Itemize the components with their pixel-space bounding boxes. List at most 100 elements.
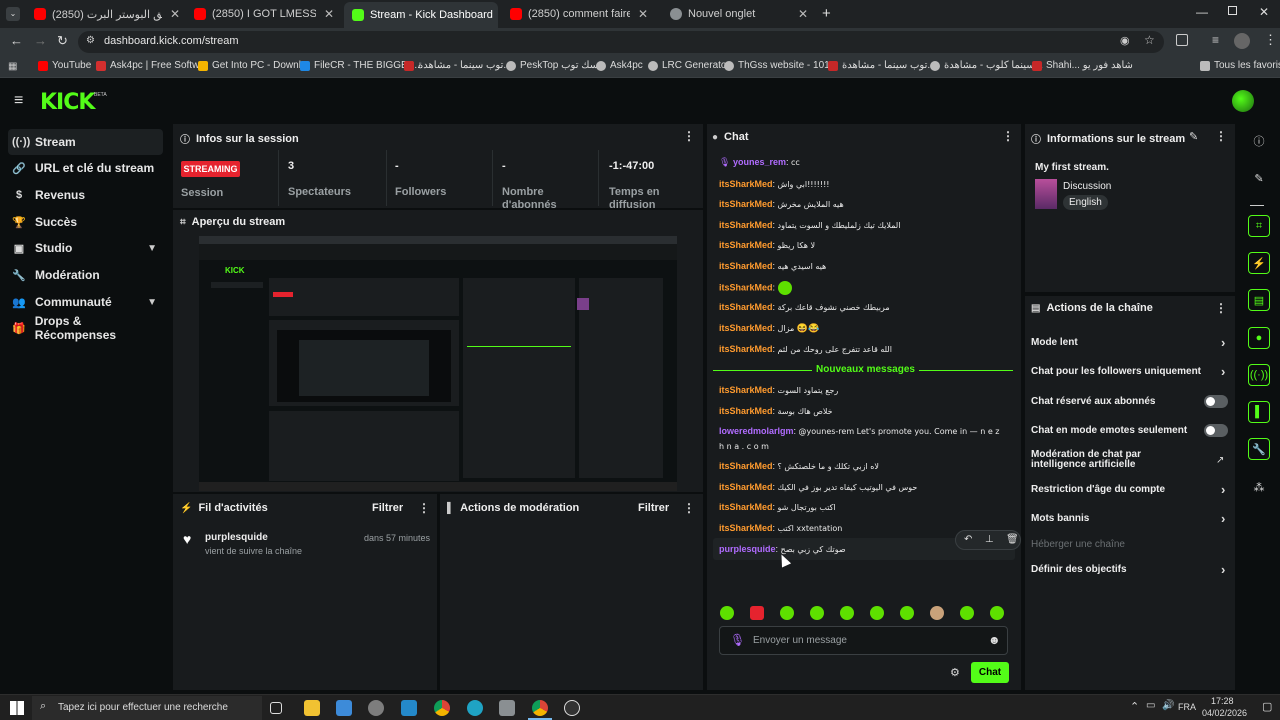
taskbar-search[interactable]: ⌕ Tapez ici pour effectuer une recherche [32, 696, 262, 720]
close-tab-icon[interactable]: ✕ [790, 7, 808, 21]
hamburger-icon[interactable]: ≡ [14, 92, 23, 110]
session-rail-icon[interactable]: ((·)) [1248, 364, 1270, 386]
file-explorer-icon[interactable] [304, 700, 320, 716]
stream-preview-video[interactable]: KICK [199, 236, 677, 491]
preview-rail-icon[interactable]: ⌗ [1248, 215, 1270, 237]
tab-search-icon[interactable]: ⌄ [6, 7, 20, 21]
bookmark-ask4pc[interactable]: Ask4pc [596, 60, 643, 71]
bookmark-getintopc[interactable]: Get Into PC - Downl... [198, 60, 309, 71]
activity-user[interactable]: purplesquide [205, 532, 268, 543]
bookmark-ask4pc-free[interactable]: Ask4pc | Free Softw... [96, 60, 207, 71]
emote-icon[interactable] [900, 606, 914, 620]
pin-icon[interactable]: ⊥ [985, 534, 994, 545]
session-menu-icon[interactable]: ⋮ [683, 129, 695, 143]
back-icon[interactable]: ← [10, 33, 23, 48]
bookmark-pesktop[interactable]: PeskTop بيسك توب [506, 60, 604, 71]
activity-rail-icon[interactable]: ⚡ [1248, 252, 1270, 274]
bookmark-lrc[interactable]: LRC Generator [648, 60, 730, 71]
category-name[interactable]: Discussion [1063, 181, 1111, 192]
bookmark-topcinema-2[interactable]: توب سينما - مشاهدة... [828, 60, 936, 71]
action-age-restriction[interactable]: Restriction d'âge du compte › [1031, 482, 1225, 497]
external-link-icon[interactable]: ↗ [1216, 455, 1224, 466]
user-avatar[interactable] [1232, 90, 1254, 112]
chat-rail-icon[interactable]: ● [1248, 327, 1270, 349]
bookmark-shahid[interactable]: Shahi... شاهد فور يو [1032, 60, 1133, 71]
close-tab-icon[interactable]: ✕ [493, 8, 498, 22]
chat-menu-icon[interactable]: ⋮ [1002, 129, 1014, 143]
wrench-rail-icon[interactable]: 🔧 [1248, 438, 1270, 460]
tab-2[interactable]: (2850) I GOT LMESSI 103 RATED✕ [186, 4, 342, 24]
actions-rail-icon[interactable]: ▤ [1248, 289, 1270, 311]
app-icon[interactable] [368, 700, 384, 716]
tab-active[interactable]: Stream - Kick Dashboard✕ [344, 2, 498, 28]
forward-icon[interactable]: → [34, 33, 47, 48]
sidebar-item-community[interactable]: 👥 Communauté ▼ [8, 289, 163, 315]
emote-icon[interactable] [750, 606, 764, 620]
channel-actions-menu-icon[interactable]: ⋮ [1215, 301, 1227, 315]
maximize-icon[interactable] [1228, 6, 1237, 15]
sidebar-item-moderation[interactable]: 🔧 Modération [8, 262, 163, 288]
close-tab-icon[interactable]: ✕ [630, 7, 648, 21]
tab-5[interactable]: Nouvel onglet ✕ [662, 4, 816, 24]
close-tab-icon[interactable]: ✕ [316, 7, 334, 21]
stream-info-menu-icon[interactable]: ⋮ [1215, 129, 1227, 143]
action-set-goals[interactable]: Définir des objectifs › [1031, 562, 1225, 577]
activity-filter-button[interactable]: Filtrer [372, 502, 403, 514]
new-tab-icon[interactable]: + [822, 5, 831, 22]
sidebar-item-achievements[interactable]: 🏆 Succès [8, 209, 163, 235]
moderation-filter-button[interactable]: Filtrer [638, 502, 669, 514]
chat-settings-icon[interactable]: ⚙ [950, 666, 960, 679]
emote-icon[interactable] [930, 606, 944, 620]
emote-icon[interactable] [720, 606, 734, 620]
emote-only-toggle[interactable] [1204, 424, 1228, 437]
subscribers-only-toggle[interactable] [1204, 395, 1228, 408]
moderation-menu-icon[interactable]: ⋮ [683, 501, 695, 515]
tab-1[interactable]: (2850) طورت فريق البوستر البرت✕ [26, 4, 188, 24]
input-language[interactable]: FRA [1178, 702, 1196, 712]
chrome-active-icon[interactable] [532, 700, 548, 716]
action-banned-words[interactable]: Mots bannis › [1031, 511, 1225, 526]
edit-rail-icon[interactable]: ✎ [1248, 167, 1270, 189]
action-slow-mode[interactable]: Mode lent › [1031, 335, 1225, 350]
tab-4[interactable]: (2850) comment faire pause live✕ [502, 4, 656, 24]
kick-logo[interactable]: KICK [40, 90, 95, 115]
vscode-icon[interactable] [401, 700, 417, 716]
info-rail-icon[interactable]: ⓘ [1248, 130, 1270, 152]
clock-time[interactable]: 17:28 [1211, 696, 1234, 706]
reload-icon[interactable]: ↻ [57, 33, 68, 49]
bookmark-topcinema-1[interactable]: توب سينما - مشاهدة... [404, 60, 512, 71]
url-field[interactable]: ⚙ dashboard.kick.com/stream ◉ ☆ [78, 31, 1164, 53]
reply-icon[interactable]: ↶ [964, 534, 972, 545]
edge-icon[interactable] [467, 700, 483, 716]
app-icon[interactable] [499, 700, 515, 716]
profile-avatar[interactable] [1234, 33, 1250, 49]
bookmark-thgss[interactable]: ThGss website - 101... [724, 60, 838, 71]
all-favorites[interactable]: Tous les favoris [1200, 60, 1280, 71]
emote-icon[interactable] [780, 606, 794, 620]
bookmark-youtube[interactable]: YouTube [38, 60, 91, 71]
emoji-picker-icon[interactable]: ☻ [988, 633, 1001, 647]
monitor-icon[interactable] [336, 700, 352, 716]
close-tab-icon[interactable]: ✕ [162, 7, 180, 21]
chat-send-button[interactable]: Chat [971, 662, 1009, 683]
emote-icon[interactable] [990, 606, 1004, 620]
chat-input[interactable]: 🎙 Envoyer un message ☻ [719, 626, 1008, 655]
emote-icon[interactable] [870, 606, 884, 620]
obs-icon[interactable] [564, 700, 580, 716]
activity-menu-icon[interactable]: ⋮ [418, 501, 430, 515]
eye-off-icon[interactable]: ◉ [1120, 34, 1130, 47]
windows-start-icon[interactable] [10, 701, 24, 715]
moderation-rail-icon[interactable]: ▌ [1248, 401, 1270, 423]
more-rail-icon[interactable]: ⁂ [1248, 476, 1270, 498]
bookmark-cinemaclub[interactable]: سينما كلوب - مشاهدة... [930, 60, 1043, 71]
extensions-icon[interactable] [1176, 34, 1188, 46]
tray-chevron-icon[interactable]: ⌃ [1130, 700, 1139, 713]
chrome-icon[interactable] [434, 700, 450, 716]
sidebar-item-revenue[interactable]: $ Revenus [8, 182, 163, 208]
menu-lines-icon[interactable]: ≡ [1212, 33, 1219, 47]
delete-icon[interactable]: 🗑 [1006, 534, 1019, 545]
apps-grid-icon[interactable]: ▦ [8, 61, 17, 72]
close-window-icon[interactable]: ✕ [1259, 5, 1269, 19]
notifications-icon[interactable]: ▢ [1262, 700, 1272, 713]
task-view-icon[interactable] [270, 702, 282, 714]
